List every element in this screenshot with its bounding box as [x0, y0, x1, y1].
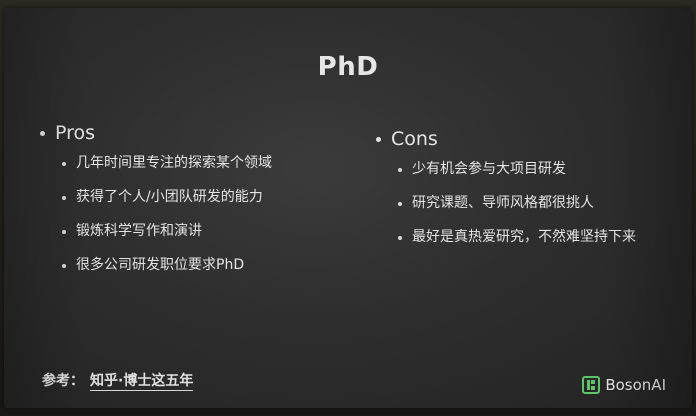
bullet-icon	[398, 168, 402, 172]
pros-column: Pros 几年时间里专注的探索某个领域 获得了个人/小团队研发的能力 锻炼科学写…	[40, 122, 360, 290]
bullet-icon	[398, 236, 402, 240]
bullet-icon	[62, 264, 66, 268]
list-item: 获得了个人/小团队研发的能力	[62, 188, 360, 207]
bullet-icon	[62, 230, 66, 234]
projection-screen: PhD Pros 几年时间里专注的探索某个领域 获得了个人/小团队研发的能力 锻…	[4, 8, 692, 408]
cons-column: Cons 少有机会参与大项目研发 研究课题、导师风格都很挑人 最好是真热爱研究，…	[376, 128, 676, 262]
list-item: 少有机会参与大项目研发	[398, 160, 676, 179]
list-item: 研究课题、导师风格都很挑人	[398, 194, 676, 213]
bullet-icon	[62, 162, 66, 166]
list-item: 最好是真热爱研究，不然难坚持下来	[398, 228, 676, 247]
pros-heading: Pros	[55, 122, 96, 144]
list-item: 锻炼科学写作和演讲	[62, 222, 360, 241]
boson-logo-icon	[582, 376, 601, 394]
cons-list: 少有机会参与大项目研发 研究课题、导师风格都很挑人 最好是真热爱研究，不然难坚持…	[376, 160, 676, 247]
pros-item-text: 几年时间里专注的探索某个领域	[76, 155, 272, 171]
bullet-icon	[398, 202, 402, 206]
reference-link[interactable]: 知乎·博士这五年	[90, 373, 194, 391]
pros-heading-row: Pros	[40, 122, 360, 144]
cons-item-text: 最好是真热爱研究，不然难坚持下来	[412, 229, 636, 245]
logo-text: BosonAI	[605, 376, 666, 394]
cons-item-text: 少有机会参与大项目研发	[412, 161, 566, 177]
cons-item-text: 研究课题、导师风格都很挑人	[412, 195, 594, 211]
boson-logo: BosonAI	[582, 376, 666, 394]
cons-heading-row: Cons	[376, 128, 676, 150]
list-item: 很多公司研发职位要求PhD	[62, 256, 360, 275]
bullet-icon	[62, 196, 66, 200]
bullet-icon	[40, 130, 45, 136]
reference-label: 参考：	[42, 373, 84, 389]
cons-heading: Cons	[391, 128, 438, 150]
pros-item-text: 很多公司研发职位要求PhD	[76, 257, 245, 273]
pros-list: 几年时间里专注的探索某个领域 获得了个人/小团队研发的能力 锻炼科学写作和演讲 …	[40, 154, 360, 275]
pros-item-text: 锻炼科学写作和演讲	[76, 223, 202, 239]
list-item: 几年时间里专注的探索某个领域	[62, 154, 360, 173]
slide-title: PhD	[317, 52, 379, 82]
bullet-icon	[376, 136, 381, 142]
reference-note: 参考： 知乎·博士这五年	[42, 370, 194, 391]
pros-item-text: 获得了个人/小团队研发的能力	[76, 189, 263, 205]
